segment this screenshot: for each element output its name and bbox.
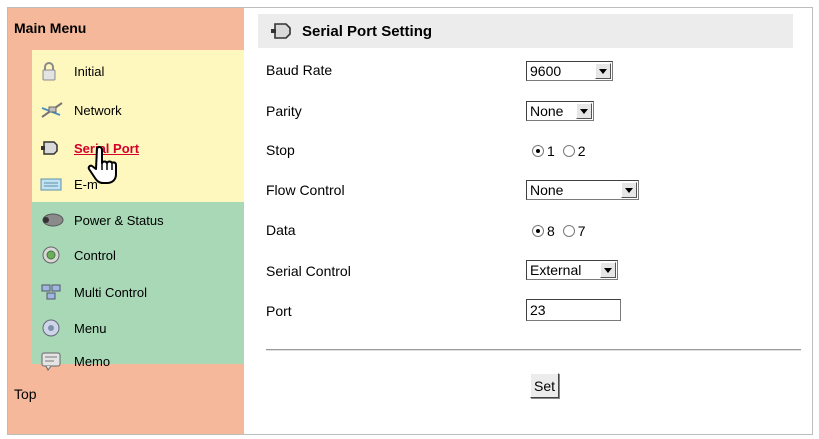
data-label: Data [266, 222, 296, 238]
sidebar-item-network[interactable]: Network [40, 97, 122, 123]
sidebar-item-power-status[interactable]: Power & Status [40, 207, 164, 233]
data-radio-group: 8 7 [532, 223, 594, 239]
sidebar-item-initial[interactable]: Initial [40, 58, 104, 84]
memo-icon [40, 351, 66, 371]
multi-control-icon [40, 282, 66, 302]
serial-control-label: Serial Control [266, 263, 351, 279]
data-radio-8[interactable] [532, 225, 544, 237]
sidebar: Main Menu Initial Network Serial Port E-… [8, 8, 244, 434]
chevron-down-icon [595, 63, 611, 79]
baud-rate-label: Baud Rate [266, 62, 333, 78]
chevron-down-icon [576, 103, 592, 119]
stop-radio-2[interactable] [562, 145, 575, 157]
port-label: Port [266, 303, 292, 319]
parity-select[interactable]: None [526, 101, 594, 121]
network-icon [40, 100, 66, 120]
menu-icon [40, 318, 66, 338]
sidebar-item-memo[interactable]: Memo [40, 348, 110, 374]
main-content: Serial Port Setting Baud Rate 9600 Parit… [258, 8, 801, 434]
sidebar-item-multi-control[interactable]: Multi Control [40, 279, 147, 305]
stop-radio-1[interactable] [532, 145, 544, 157]
serial-port-icon [40, 138, 66, 158]
divider [266, 349, 801, 351]
parity-label: Parity [266, 103, 302, 119]
page-title: Serial Port Setting [302, 22, 433, 40]
stop-radio-group: 1 2 [532, 143, 594, 159]
top-link[interactable]: Top [14, 386, 37, 402]
flow-control-label: Flow Control [266, 182, 345, 198]
set-button[interactable]: Set [530, 373, 559, 398]
power-icon [40, 210, 66, 230]
baud-rate-select[interactable]: 9600 [526, 61, 613, 81]
stop-label: Stop [266, 142, 295, 158]
email-icon [40, 174, 66, 194]
sidebar-item-menu[interactable]: Menu [40, 315, 107, 341]
sidebar-item-control[interactable]: Control [40, 242, 116, 268]
main-menu-title: Main Menu [14, 20, 87, 36]
padlock-icon [40, 61, 66, 81]
serial-control-select[interactable]: External [526, 260, 618, 280]
page-frame: Main Menu Initial Network Serial Port E-… [7, 7, 813, 435]
port-input[interactable] [526, 299, 621, 321]
flow-control-select[interactable]: None [526, 180, 639, 200]
chevron-down-icon [600, 262, 616, 278]
data-radio-7[interactable] [562, 225, 575, 237]
chevron-down-icon [621, 182, 637, 198]
hand-pointer-cursor-icon [87, 145, 117, 184]
serial-port-icon [271, 23, 291, 39]
control-icon [40, 245, 66, 265]
section-header: Serial Port Setting [258, 14, 793, 48]
